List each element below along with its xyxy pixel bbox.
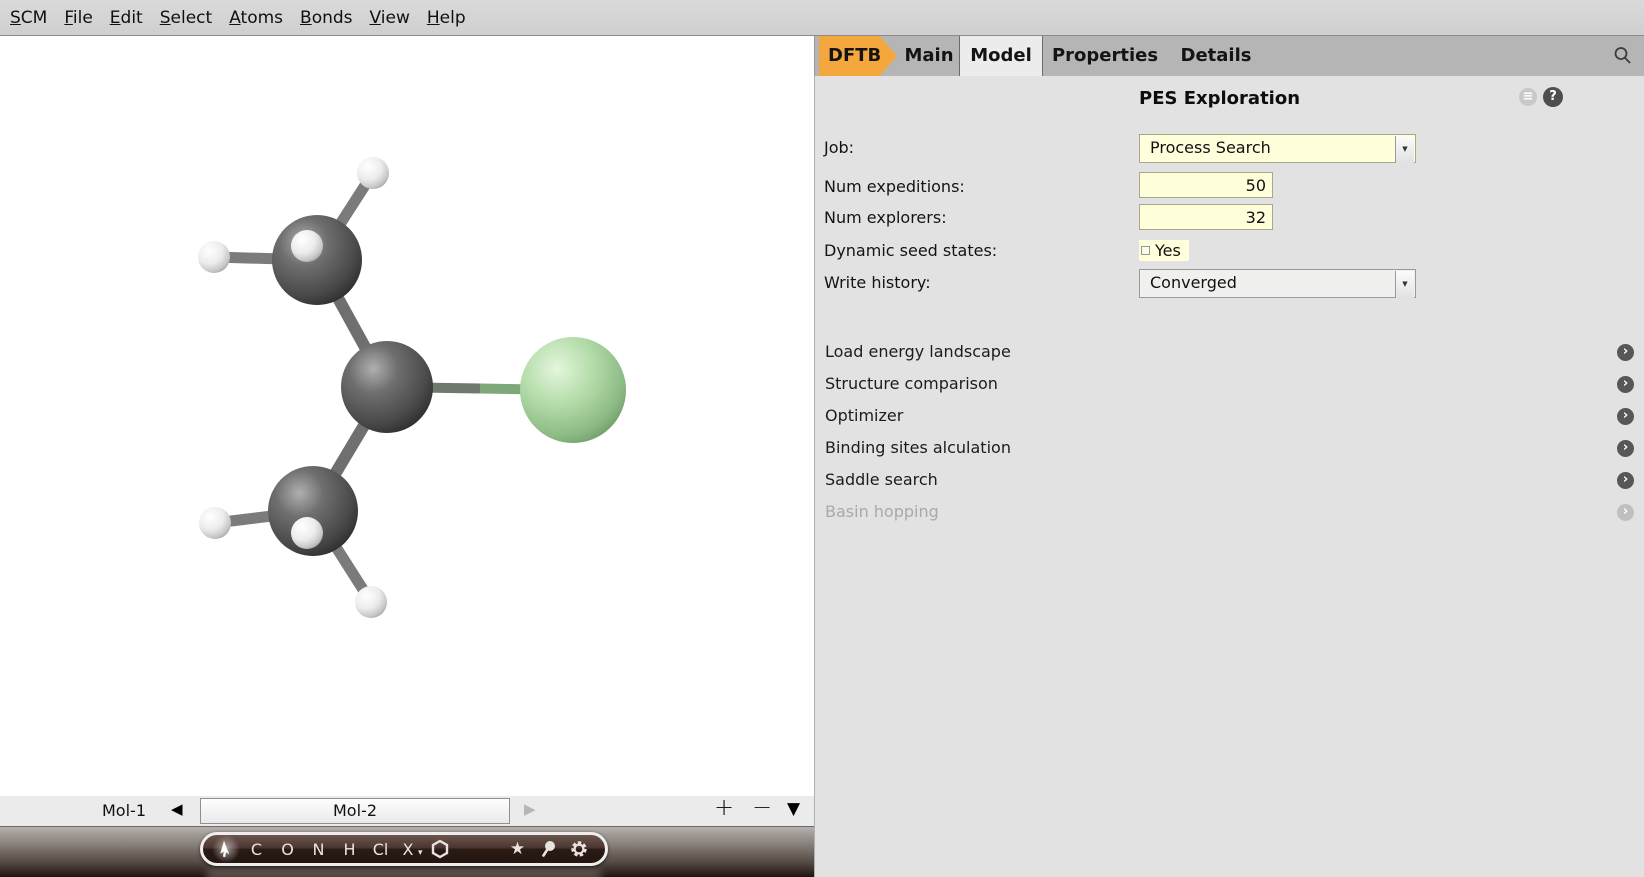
cursor-icon [218,840,234,858]
bottom-strip: C O N H Cl X ▾ ★ [0,827,814,877]
dynamic-seed-checkbox-label: Yes [1155,241,1181,260]
tab-model[interactable]: Model [959,36,1043,76]
menu-help[interactable]: Help [427,8,466,28]
tab-dftb[interactable]: DFTB [819,36,897,76]
element-hydrogen-button[interactable]: H [334,840,365,859]
atom-toolbar: C O N H Cl X ▾ ★ [200,832,608,866]
menu-file[interactable]: File [64,8,92,28]
pes-exploration-panel: PES Exploration ≡ ? Job: Num expeditions… [814,76,1644,877]
settings-tool-button[interactable] [563,839,595,859]
ams-input-window: SCM File Edit Select Atoms Bonds View He… [0,0,1644,877]
job-combobox-arrow[interactable]: ▼ [1395,136,1414,163]
element-nitrogen-button[interactable]: N [303,840,334,859]
ring-tool-button[interactable] [423,839,457,859]
dropdown-arrow-icon: ▼ [1402,280,1407,288]
benzene-ring-icon [430,839,450,859]
toolbar-reflection [206,869,602,877]
atom-hydrogen[interactable] [199,507,231,539]
molecule-nav-bar: Mol-1 ◀ Mol-2 ▶ + − ▼ [0,796,814,827]
link-load-energy-landscape[interactable]: Load energy landscape [825,342,1011,362]
element-oxygen-button[interactable]: O [272,840,303,859]
chevron-right-icon: › [1617,504,1634,521]
pointer-pin-tool-button[interactable] [533,839,563,859]
menu-scm[interactable]: SCM [10,8,47,28]
link-optimizer[interactable]: Optimizer [825,406,903,426]
menu-select[interactable]: Select [160,8,212,28]
next-molecule-button[interactable]: ▶ [524,800,536,818]
tab-properties[interactable]: Properties [1046,36,1164,76]
remove-molecule-button[interactable]: − [752,793,772,821]
link-basin-hopping: Basin hopping [825,502,939,522]
previous-molecule-label: Mol-1 [102,801,146,820]
select-tool-button[interactable] [211,835,241,863]
chevron-right-icon[interactable]: › [1617,408,1634,425]
menu-bonds[interactable]: Bonds [300,8,353,28]
num-explorers-label: Num explorers: [824,208,947,228]
tab-details[interactable]: Details [1174,36,1258,76]
write-history-combobox-arrow[interactable]: ▼ [1395,271,1414,298]
dynamic-seed-checkbox-row[interactable]: Yes [1139,240,1189,261]
write-history-label: Write history: [824,273,931,293]
atom-hydrogen[interactable] [291,517,323,549]
link-saddle-search[interactable]: Saddle search [825,470,938,490]
molecule-render [0,36,814,796]
atom-hydrogen[interactable] [357,157,389,189]
checkbox-icon[interactable] [1141,246,1150,255]
chevron-right-icon[interactable]: › [1617,344,1634,361]
chevron-right-icon[interactable]: › [1617,440,1634,457]
dynamic-seed-label: Dynamic seed states: [824,241,997,261]
job-value: Process Search [1150,138,1271,157]
chevron-right-icon[interactable]: › [1617,376,1634,393]
collapse-panel-button[interactable]: ▼ [787,799,800,819]
element-chlorine-button[interactable]: Cl [365,840,396,859]
menu-edit[interactable]: Edit [110,8,143,28]
tab-main[interactable]: Main [901,36,957,76]
pin-icon [539,839,557,859]
structure-tool-button[interactable]: ★ [503,839,533,859]
num-expeditions-input[interactable] [1139,172,1273,198]
job-combobox[interactable]: Process Search ▼ [1139,134,1416,163]
element-other-button[interactable]: X [396,840,420,859]
gear-icon [569,839,589,859]
tab-bar: DFTB Main Model Properties Details [814,36,1644,76]
element-carbon-button[interactable]: C [241,840,272,859]
write-history-combobox[interactable]: Converged ▼ [1139,269,1416,298]
menu-atoms[interactable]: Atoms [229,8,283,28]
add-molecule-button[interactable]: + [714,793,734,821]
search-icon[interactable] [1612,45,1634,67]
menu-view[interactable]: View [370,8,410,28]
num-expeditions-label: Num expeditions: [824,177,965,197]
num-explorers-input[interactable] [1139,204,1273,230]
atom-carbon[interactable] [341,341,433,433]
link-binding-sites[interactable]: Binding sites alculation [825,438,1011,458]
molecule-viewport[interactable] [0,36,814,796]
chevron-right-icon[interactable]: › [1617,472,1634,489]
previous-molecule-button[interactable]: ◀ [171,800,183,818]
link-structure-comparison[interactable]: Structure comparison [825,374,998,394]
current-molecule-field[interactable]: Mol-2 [200,798,510,824]
atom-carbon[interactable] [272,215,362,305]
job-label: Job: [824,138,854,158]
menu-bar: SCM File Edit Select Atoms Bonds View He… [0,0,1644,36]
dropdown-arrow-icon: ▼ [1402,145,1407,153]
atom-hydrogen[interactable] [291,230,323,262]
write-history-value: Converged [1150,273,1237,292]
panel-menu-icon[interactable]: ≡ [1519,88,1537,106]
panel-help-icon[interactable]: ? [1543,87,1563,107]
atom-chlorine[interactable] [520,337,626,443]
panel-title: PES Exploration [1139,88,1300,109]
atom-hydrogen[interactable] [198,241,230,273]
atom-hydrogen[interactable] [355,586,387,618]
